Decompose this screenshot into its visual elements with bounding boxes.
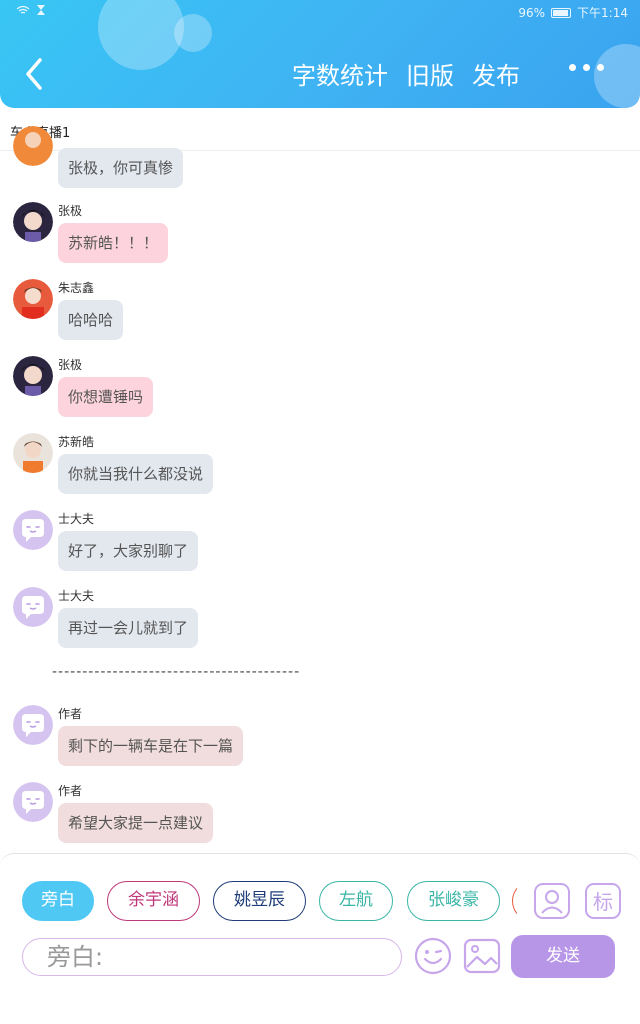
sender-name: 作者	[58, 707, 83, 721]
wifi-icon	[16, 5, 30, 14]
sender-name: 张极	[58, 204, 83, 218]
message-bubble: 好了，大家别聊了	[58, 531, 199, 571]
sender-name: 朱志鑫	[58, 281, 95, 295]
status-icons-left	[16, 4, 46, 16]
decor-bubble	[594, 44, 640, 108]
header-actions: 字数统计 旧版 发布	[292, 56, 520, 91]
suxinhao-avatar[interactable]	[13, 433, 53, 473]
character-chip[interactable]: 姚昱辰	[213, 881, 306, 921]
message-input[interactable]	[23, 939, 401, 975]
sender-name: 士大夫	[58, 589, 95, 603]
message-input-wrapper	[22, 938, 402, 976]
message-bubble: 希望大家提一点建议	[58, 803, 214, 843]
zhangji-avatar[interactable]	[13, 202, 53, 242]
chat-bubble-avatar[interactable]	[13, 705, 53, 745]
character-chip-clipped[interactable]	[512, 881, 517, 921]
image-button[interactable]	[463, 937, 501, 975]
emoji-button[interactable]	[414, 937, 452, 975]
character-selector: 旁白 余宇涵 姚昱辰 左航 张峻豪	[22, 881, 517, 921]
more-dot-icon	[569, 64, 576, 71]
sender-name: 作者	[58, 784, 83, 798]
chat-bubble-avatar[interactable]	[13, 782, 53, 822]
message-bubble: 张极，你可真惨	[58, 148, 184, 188]
message-bubble: 你想遭锤吗	[58, 377, 154, 417]
zhangji-avatar[interactable]	[13, 356, 53, 396]
sender-name: 士大夫	[58, 512, 95, 526]
biao-tag-icon[interactable]: 标	[584, 882, 622, 920]
old-version-button[interactable]: 旧版	[406, 56, 454, 91]
orange-avatar[interactable]	[13, 126, 53, 166]
character-chip[interactable]: 张峻豪	[407, 881, 500, 921]
back-button[interactable]	[18, 54, 52, 94]
scene-separator: ----------------------------------------…	[52, 664, 301, 680]
chat-bubble-icon	[13, 587, 53, 627]
message-bubble: 剩下的一辆车是在下一篇	[58, 726, 244, 766]
chat-bubble-avatar[interactable]	[13, 510, 53, 550]
zhuzhixin-avatar[interactable]	[13, 279, 53, 319]
publish-button[interactable]: 发布	[472, 56, 520, 91]
more-dot-icon	[583, 64, 590, 71]
character-chip[interactable]: 左航	[319, 881, 393, 921]
status-icons-right: 96% 下午1:14	[518, 4, 628, 21]
sender-name: 苏新皓	[58, 435, 95, 449]
tag-label: 标	[593, 890, 613, 914]
chevron-left-icon	[26, 58, 42, 90]
person-card-icon[interactable]	[533, 882, 571, 920]
message-bubble: 再过一会儿就到了	[58, 608, 199, 648]
character-chip[interactable]: 余宇涵	[107, 881, 200, 921]
chat-bubble-icon	[13, 705, 53, 745]
battery-icon	[551, 7, 572, 18]
top-app-bar: 96% 下午1:14 字数统计 旧版 发布	[0, 0, 640, 108]
chat-bubble-icon	[13, 782, 53, 822]
image-icon	[463, 938, 501, 974]
hourglass-icon	[37, 5, 45, 15]
clock-time: 下午1:14	[577, 6, 628, 20]
more-dot-icon	[597, 64, 604, 71]
message-bubble: 你就当我什么都没说	[58, 454, 214, 494]
message-bubble: 苏新皓！！！	[58, 223, 169, 263]
wink-emoji-icon	[414, 937, 452, 975]
send-button[interactable]: 发送	[511, 935, 615, 978]
status-bar: 96% 下午1:14	[0, 4, 640, 22]
more-options-button[interactable]	[569, 64, 604, 71]
chat-bubble-icon	[13, 510, 53, 550]
sender-name: 张极	[58, 358, 83, 372]
character-chip-narrator[interactable]: 旁白	[22, 881, 94, 921]
compose-panel: 旁白 余宇涵 姚昱辰 左航 张峻豪 标 发送	[0, 853, 640, 1024]
battery-percent: 96%	[518, 5, 546, 20]
message-bubble: 哈哈哈	[58, 300, 124, 340]
chat-bubble-avatar[interactable]	[13, 587, 53, 627]
word-count-button[interactable]: 字数统计	[292, 56, 388, 91]
